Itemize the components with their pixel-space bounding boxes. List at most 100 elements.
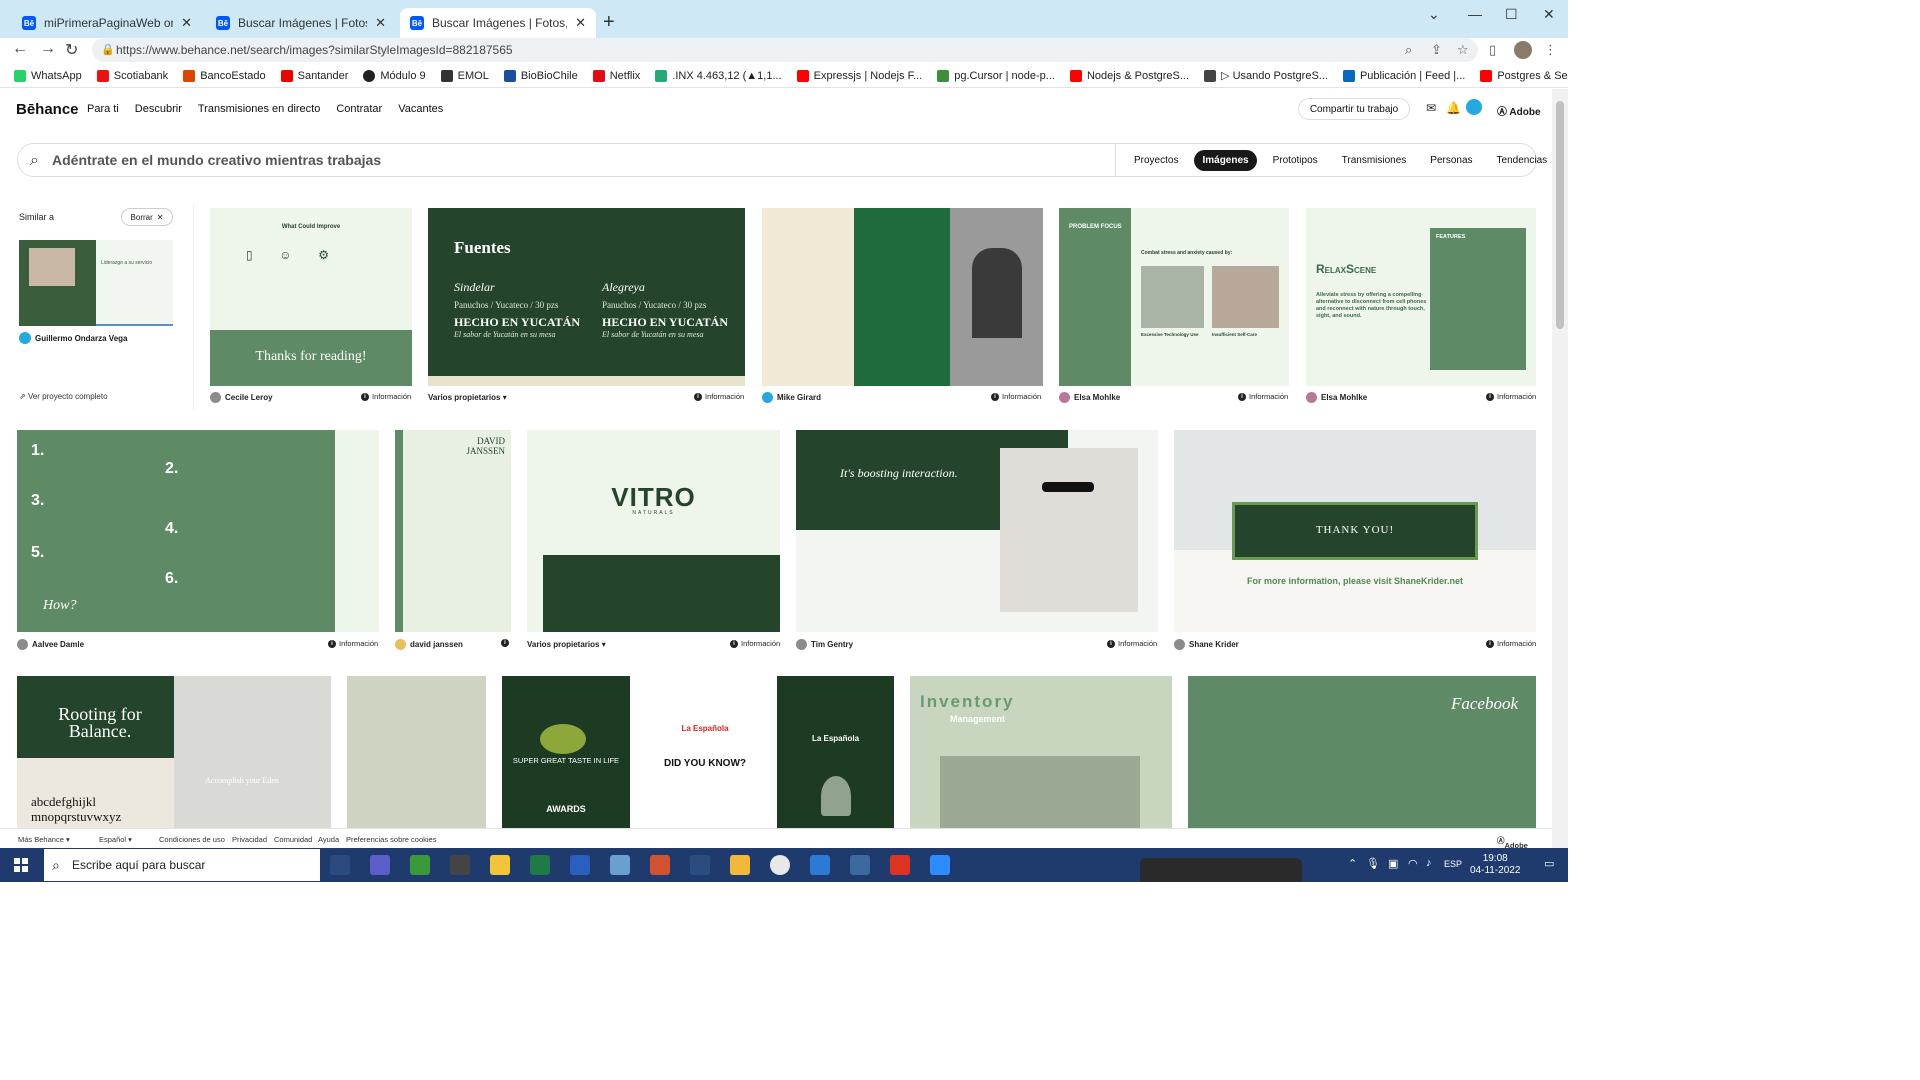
bookmark[interactable]: pg.Cursor | node-p...	[937, 69, 1055, 82]
bookmark[interactable]: Postgres & Sequeli...	[1480, 69, 1568, 82]
card-owner[interactable]: Mike Girard	[762, 392, 821, 403]
nav-para-ti[interactable]: Para ti	[87, 103, 119, 115]
clear-filter-button[interactable]: Borrar ✕	[121, 208, 173, 226]
powerpoint-icon[interactable]	[650, 855, 670, 875]
sidebar-icon[interactable]: ▯	[1489, 42, 1496, 58]
excel-icon[interactable]	[530, 855, 550, 875]
bookmark[interactable]: ▷ Usando PostgreS...	[1204, 69, 1328, 82]
vscode-icon[interactable]	[810, 855, 830, 875]
chevron-down-icon[interactable]: ⌄	[1428, 6, 1440, 23]
behance-logo[interactable]: Bēhance	[16, 101, 79, 118]
footer-link[interactable]: Ayuda	[318, 835, 339, 844]
footer-link[interactable]: Condiciones de uso	[159, 835, 225, 844]
owners-dropdown[interactable]: Varios propietarios ▾	[527, 640, 606, 649]
image-card[interactable]: Inventory Management	[910, 676, 1172, 828]
mic-icon[interactable]: 🎙	[1366, 857, 1380, 870]
more-behance-link[interactable]: Más Behance ▾	[18, 835, 70, 844]
acrobat-icon[interactable]	[890, 855, 910, 875]
image-card[interactable]	[347, 676, 486, 828]
info-button[interactable]: i Información	[361, 392, 411, 401]
info-button[interactable]: i	[501, 639, 509, 647]
file-explorer-icon[interactable]	[730, 855, 750, 875]
share-work-button[interactable]: Compartir tu trabajo	[1298, 98, 1410, 120]
bookmark[interactable]: BioBioChile	[503, 69, 578, 82]
search-input[interactable]: Adéntrate en el mundo creativo mientras …	[52, 152, 381, 168]
windows-start-icon[interactable]	[14, 858, 28, 872]
user-avatar[interactable]	[1466, 99, 1482, 115]
taskbar-search-input[interactable]: ⌕ Escribe aquí para buscar	[44, 849, 320, 881]
tray-chevron-icon[interactable]: ⌃	[1348, 857, 1357, 870]
bookmark[interactable]: Santander	[280, 69, 348, 82]
bookmark[interactable]: Expressjs | Nodejs F...	[796, 69, 922, 82]
minimize-icon[interactable]: —	[1468, 6, 1482, 22]
close-tab-icon[interactable]: ✕	[575, 15, 586, 31]
tab-prototipos[interactable]: Prototipos	[1265, 150, 1326, 171]
mail-icon[interactable]: ✉	[1426, 101, 1436, 115]
info-button[interactable]: i Información	[1238, 392, 1288, 401]
bookmark[interactable]: .INX 4.463,12 (▲1,1...	[655, 69, 782, 82]
image-card[interactable]: PROBLEM FOCUS Combat stress and anxiety …	[1059, 208, 1289, 386]
app-icon[interactable]	[610, 855, 630, 875]
nav-descubrir[interactable]: Descubrir	[135, 103, 182, 115]
app-tray-icon[interactable]: ▣	[1388, 857, 1398, 870]
task-view-icon[interactable]	[330, 855, 350, 875]
info-button[interactable]: i Información	[694, 392, 744, 401]
image-card[interactable]: La Española DID YOU KNOW?	[640, 676, 770, 828]
reload-icon[interactable]: ↻	[65, 40, 78, 60]
nav-vacantes[interactable]: Vacantes	[398, 103, 443, 115]
app-icon[interactable]	[690, 855, 710, 875]
view-project-link[interactable]: ⇗ Ver proyecto completo	[19, 392, 108, 401]
share-icon[interactable]: ⇪	[1431, 42, 1442, 58]
tab-proyectos[interactable]: Proyectos	[1126, 150, 1186, 171]
image-card[interactable]: La Española	[777, 676, 894, 828]
image-card[interactable]: RelaxScene Alleviate stress by offering …	[1306, 208, 1536, 386]
image-card[interactable]: DAVID JANSSEN	[395, 430, 511, 632]
maximize-icon[interactable]: ☐	[1505, 6, 1518, 23]
info-button[interactable]: i Información	[730, 639, 780, 648]
card-owner[interactable]: Shane Krider	[1174, 639, 1239, 650]
meeting-controls[interactable]	[1140, 858, 1302, 882]
browser-tab-active[interactable]: Bē Buscar Imágenes | Fotos, vídeos, ✕	[400, 8, 596, 38]
scrollbar-thumb[interactable]	[1556, 101, 1564, 329]
tab-tendencias[interactable]: Tendencias	[1489, 150, 1556, 171]
bookmark[interactable]: Scotiabank	[96, 69, 168, 82]
profile-avatar[interactable]	[1514, 41, 1532, 59]
footer-link[interactable]: Comunidad	[274, 835, 312, 844]
forward-icon[interactable]: →	[40, 40, 56, 58]
new-tab-icon[interactable]: +	[603, 11, 615, 34]
image-card[interactable]: It's boosting interaction.	[796, 430, 1158, 632]
sticky-notes-icon[interactable]	[490, 855, 510, 875]
image-card[interactable]: THANK YOU! For more information, please …	[1174, 430, 1536, 632]
adobe-link[interactable]: Ⓐ Adobe	[1497, 103, 1541, 118]
info-button[interactable]: i Información	[991, 392, 1041, 401]
card-owner[interactable]: Cecile Leroy	[210, 392, 273, 403]
close-tab-icon[interactable]: ✕	[375, 15, 386, 31]
nav-transmisiones[interactable]: Transmisiones en directo	[198, 103, 320, 115]
card-owner[interactable]: Aalvee Damle	[17, 639, 84, 650]
close-window-icon[interactable]: ✕	[1543, 6, 1555, 23]
info-button[interactable]: i Información	[1486, 639, 1536, 648]
bookmark[interactable]: Netflix	[592, 69, 640, 82]
bell-icon[interactable]: 🔔	[1446, 101, 1461, 115]
volume-icon[interactable]: ♪	[1426, 857, 1432, 869]
bookmark[interactable]: Nodejs & PostgreS...	[1069, 69, 1189, 82]
menu-icon[interactable]: ⋮	[1544, 42, 1557, 58]
vertical-scrollbar[interactable]	[1552, 89, 1568, 848]
image-card[interactable]: VITRO NATURALS	[527, 430, 780, 632]
similar-thumbnail[interactable]: Liderazgo a su servicio	[19, 240, 173, 326]
similar-owner[interactable]: Guillermo Ondarza Vega	[19, 332, 127, 344]
ime-indicator[interactable]: ESP	[1444, 859, 1462, 869]
notifications-icon[interactable]: ▭	[1544, 857, 1554, 870]
info-button[interactable]: i Información	[1486, 392, 1536, 401]
card-owner[interactable]: david janssen	[395, 639, 463, 650]
browser-tab[interactable]: Bē miPrimeraPaginaWeb on Behance ✕	[12, 8, 202, 38]
info-button[interactable]: i Información	[328, 639, 378, 648]
bookmark[interactable]: Publicación | Feed |...	[1342, 69, 1465, 82]
card-owner[interactable]: Elsa Mohlke	[1306, 392, 1367, 403]
card-owner[interactable]: Tim Gentry	[796, 639, 853, 650]
info-button[interactable]: i Información	[1107, 639, 1157, 648]
tab-imagenes[interactable]: Imágenes	[1194, 150, 1257, 171]
tab-personas[interactable]: Personas	[1422, 150, 1480, 171]
clock[interactable]: 19:08 04-11-2022	[1470, 853, 1520, 877]
adobe-link[interactable]: Ⓐ Adobe	[1497, 835, 1528, 850]
